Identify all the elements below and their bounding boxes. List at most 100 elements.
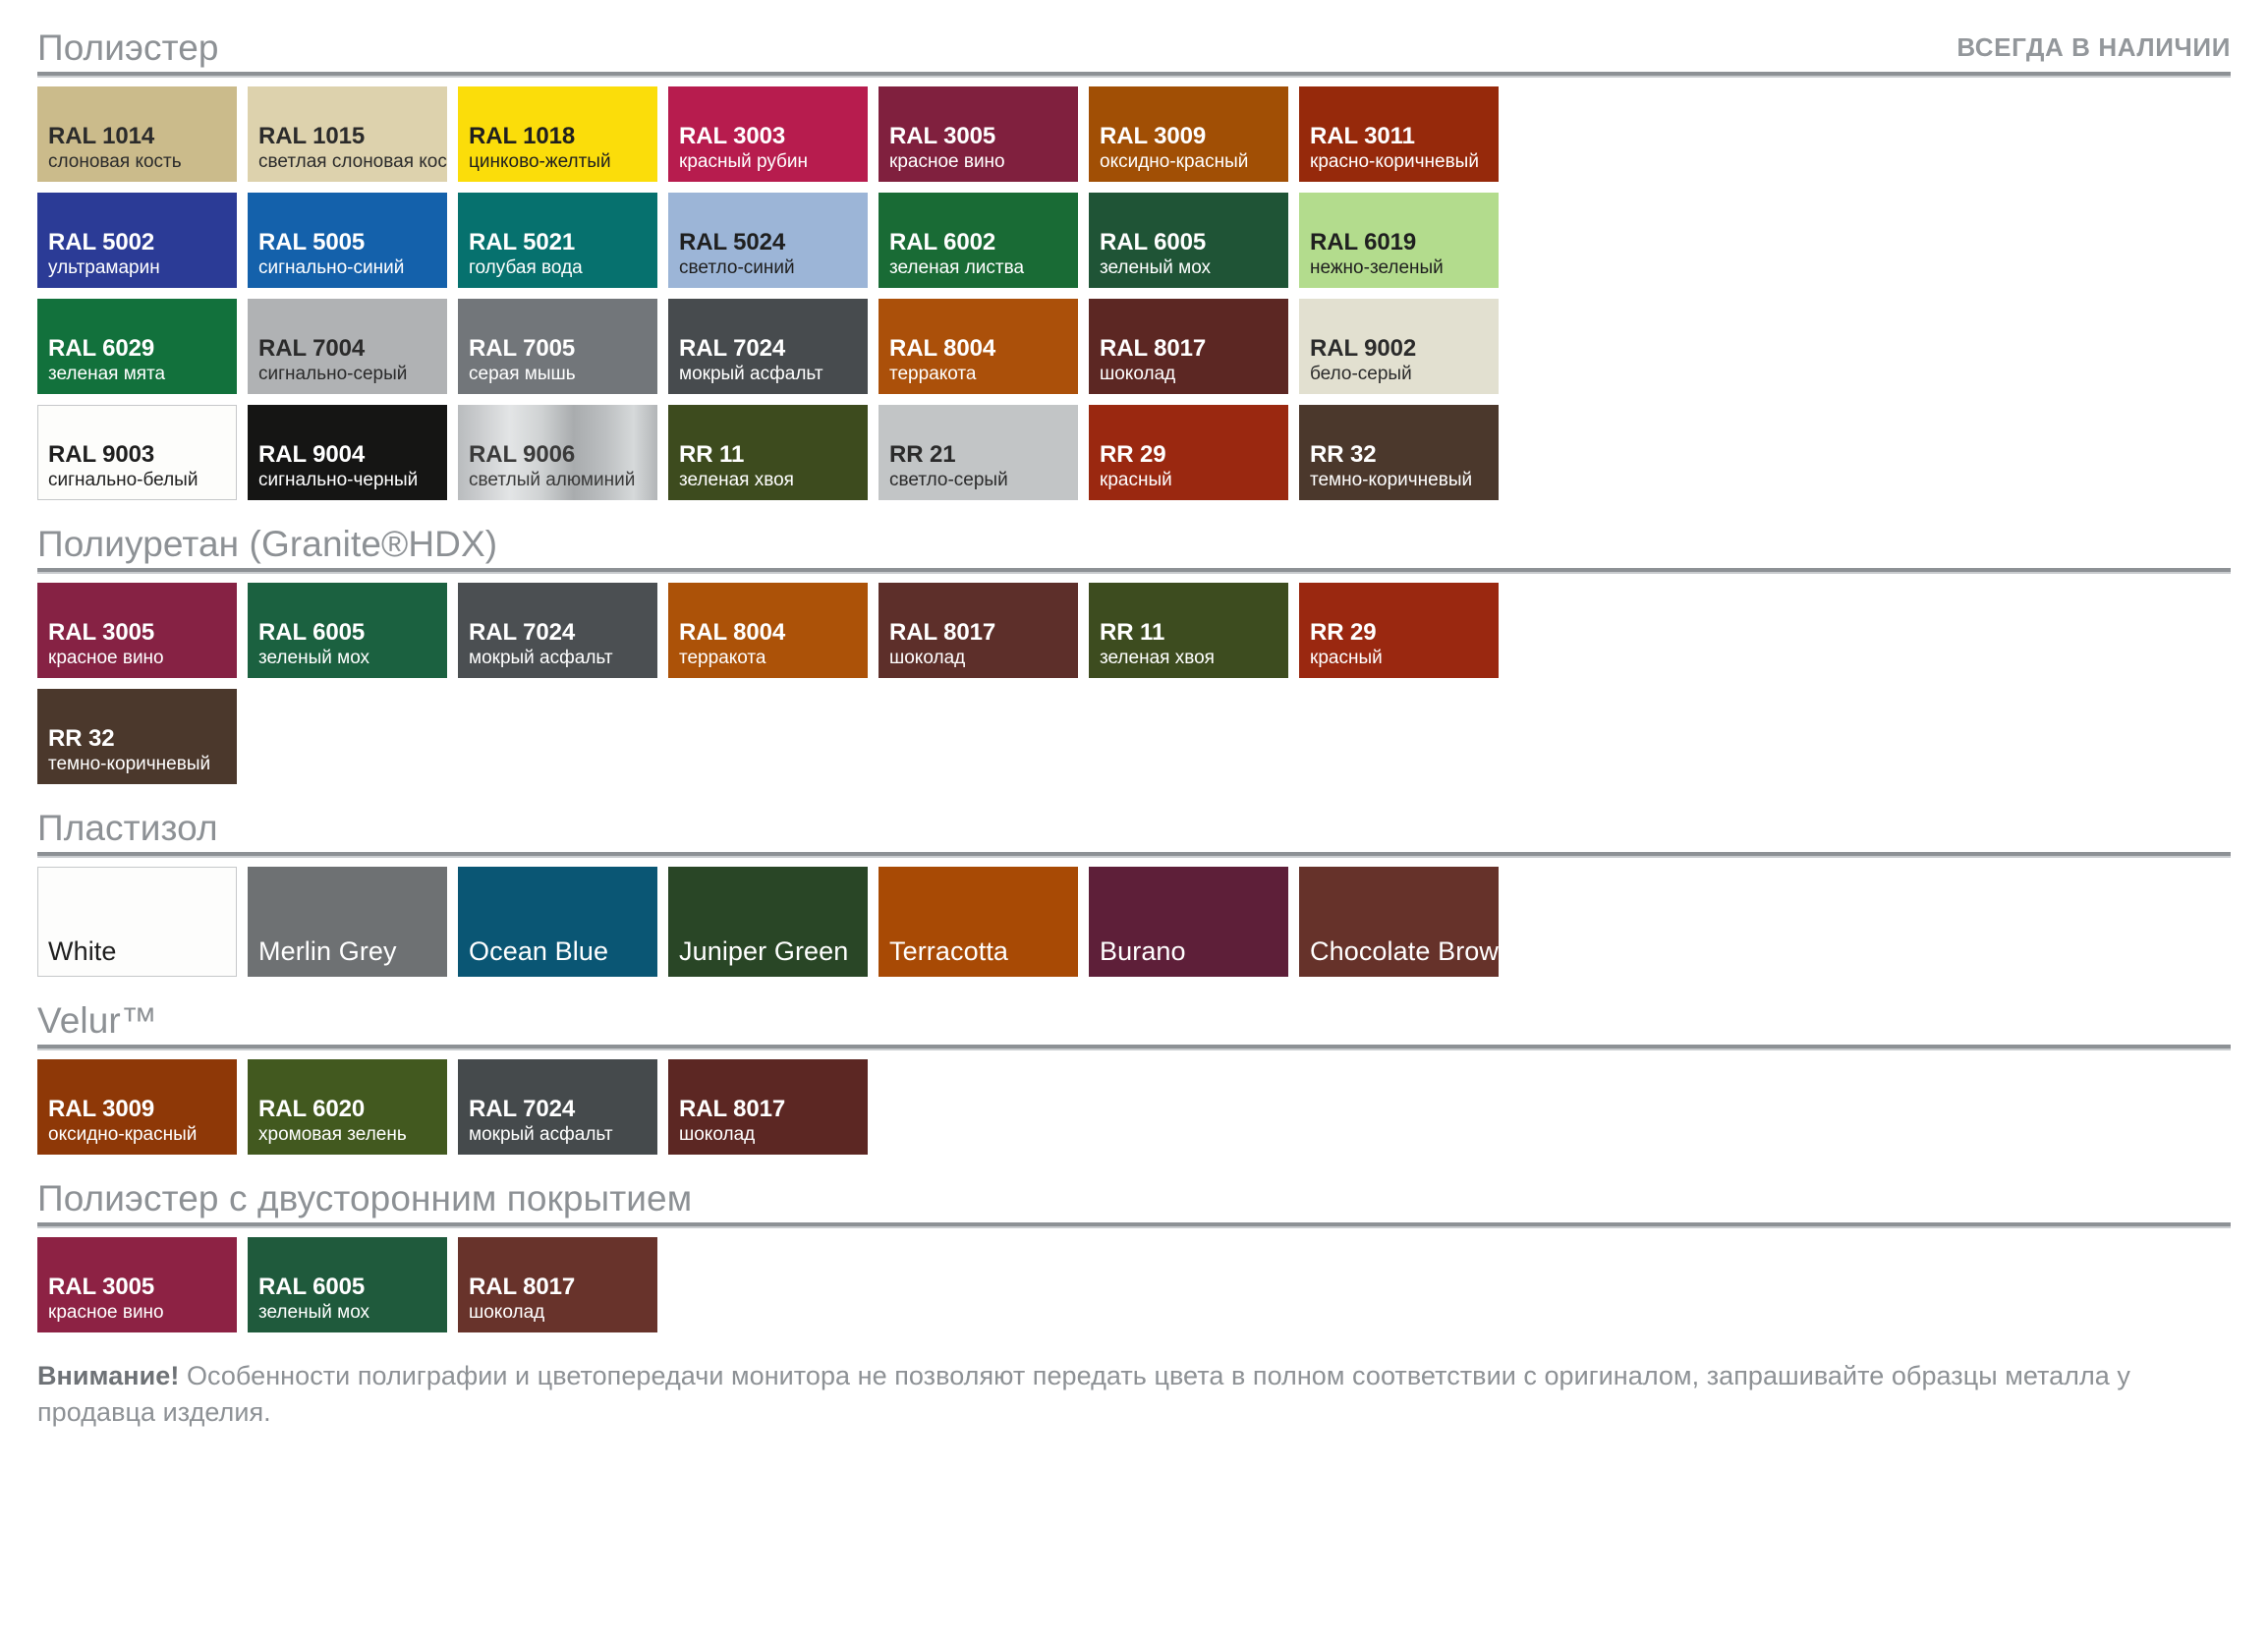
swatch-code: RAL 1015	[258, 122, 366, 149]
color-swatch[interactable]: RAL 7024 мокрый асфальт	[458, 1059, 657, 1155]
color-swatch[interactable]: RR 11 зеленая хвоя	[668, 405, 868, 500]
section-plastisol: Пластизол White Merlin Grey Ocean Blue Junip…	[37, 810, 2231, 977]
color-swatch[interactable]: RAL 5021 голубая вода	[458, 193, 657, 288]
swatch-name: сигнально-черный	[258, 469, 419, 490]
swatch-name: мокрый асфальт	[469, 1123, 613, 1145]
swatch-code: RAL 7024	[679, 334, 786, 362]
swatch-name: красный	[1310, 647, 1383, 668]
color-swatch[interactable]: RAL 8004 терракота	[668, 583, 868, 678]
swatch-grid-velur: RAL 3009 оксидно-красный RAL 6020 хромовая …	[37, 1059, 2231, 1155]
swatch-code: RR 11	[1100, 618, 1165, 646]
swatch-grid-polyester-double: RAL 3005 красное вино RAL 6005 зеленый мох R…	[37, 1237, 2231, 1332]
swatch-code: Chocolate Brown	[1310, 935, 1499, 966]
section-polyester: Полиэстер ВСЕГДА В НАЛИЧИИ RAL 1014 слонова…	[37, 29, 2231, 500]
color-swatch[interactable]: RAL 9002 бело-серый	[1299, 299, 1499, 394]
color-swatch[interactable]: RAL 7004 сигнально-серый	[248, 299, 447, 394]
disclaimer-text: Особенности полиграфии и цветопередачи м…	[37, 1361, 2130, 1428]
color-swatch[interactable]: RR 32 темно-коричневый	[37, 689, 237, 784]
swatch-name: зеленый мох	[258, 1301, 370, 1323]
color-swatch[interactable]: Burano	[1089, 867, 1288, 977]
color-swatch[interactable]: RAL 8017 шоколад	[879, 583, 1078, 678]
color-swatch[interactable]: RAL 3005 красное вино	[37, 583, 237, 678]
color-swatch[interactable]: RAL 8017 шоколад	[458, 1237, 657, 1332]
swatch-code: Terracotta	[889, 935, 1009, 966]
color-swatch[interactable]: RR 29 красный	[1089, 405, 1288, 500]
color-swatch[interactable]: RAL 1014 слоновая кость	[37, 86, 237, 182]
swatch-code: RAL 6019	[1310, 228, 1417, 255]
swatch-code: RAL 3011	[1310, 122, 1415, 149]
color-swatch[interactable]: RAL 5002 ультрамарин	[37, 193, 237, 288]
swatch-code: RAL 9006	[469, 440, 576, 468]
color-swatch[interactable]: RAL 8017 шоколад	[668, 1059, 868, 1155]
color-swatch[interactable]: RAL 6019 нежно-зеленый	[1299, 193, 1499, 288]
swatch-name: нежно-зеленый	[1310, 256, 1444, 278]
swatch-name: оксидно-красный	[48, 1123, 198, 1145]
color-swatch[interactable]: RR 29 красный	[1299, 583, 1499, 678]
color-swatch[interactable]: RAL 3003 красный рубин	[668, 86, 868, 182]
swatch-name: светло-синий	[679, 256, 795, 278]
swatch-name: серая мышь	[469, 363, 576, 384]
section-velur: Velur™ RAL 3009 оксидно-красный RAL 6020 хро…	[37, 1002, 2231, 1155]
swatch-code: RAL 1018	[469, 122, 576, 149]
swatch-code: RAL 3009	[48, 1095, 155, 1122]
color-swatch[interactable]: RAL 6002 зеленая листва	[879, 193, 1078, 288]
color-swatch[interactable]: RAL 6005 зеленый мох	[1089, 193, 1288, 288]
swatch-name: зеленый мох	[1100, 256, 1212, 278]
color-swatch[interactable]: Terracotta	[879, 867, 1078, 977]
color-swatch[interactable]: Chocolate Brown	[1299, 867, 1499, 977]
color-swatch[interactable]: RAL 3009 оксидно-красный	[1089, 86, 1288, 182]
color-swatch[interactable]: RR 32 темно-коричневый	[1299, 405, 1499, 500]
color-swatch[interactable]: RAL 7005 серая мышь	[458, 299, 657, 394]
color-swatch[interactable]: RAL 6005 зеленый мох	[248, 583, 447, 678]
color-swatch[interactable]: RAL 5005 сигнально-синий	[248, 193, 447, 288]
swatch-name: красный	[1100, 469, 1172, 490]
color-swatch[interactable]: RAL 3005 красное вино	[37, 1237, 237, 1332]
color-swatch[interactable]: RAL 8004 терракота	[879, 299, 1078, 394]
section-header-polyester-double: Полиэстер с двусторонним покрытием	[37, 1180, 2231, 1222]
swatch-code: RAL 6020	[258, 1095, 366, 1122]
color-swatch[interactable]: RAL 9003 сигнально-белый	[37, 405, 237, 500]
color-swatch[interactable]: RAL 1018 цинково-желтый	[458, 86, 657, 182]
swatch-grid-polyester: RAL 1014 слоновая кость RAL 1015 светлая сл…	[37, 86, 2231, 500]
swatch-name: бело-серый	[1310, 363, 1412, 384]
color-swatch[interactable]: RR 11 зеленая хвоя	[1089, 583, 1288, 678]
swatch-name: шоколад	[889, 647, 966, 668]
color-swatch[interactable]: RAL 6005 зеленый мох	[248, 1237, 447, 1332]
swatch-name: цинково-желтый	[469, 150, 611, 172]
color-swatch[interactable]: RAL 9006 светлый алюминий	[458, 405, 657, 500]
color-swatch[interactable]: RAL 3009 оксидно-красный	[37, 1059, 237, 1155]
swatch-code: Ocean Blue	[469, 935, 609, 966]
color-palette-sheet: Полиэстер ВСЕГДА В НАЛИЧИИ RAL 1014 слонова…	[0, 0, 2268, 1643]
swatch-code: Merlin Grey	[258, 935, 397, 966]
section-title: Полиуретан (Granite®HDX)	[37, 524, 498, 564]
color-swatch[interactable]: RAL 7024 мокрый асфальт	[668, 299, 868, 394]
section-title: Полиэстер с двусторонним покрытием	[37, 1178, 693, 1218]
color-swatch[interactable]: RAL 3011 красно-коричневый	[1299, 86, 1499, 182]
swatch-name: оксидно-красный	[1100, 150, 1249, 172]
color-swatch[interactable]: Ocean Blue	[458, 867, 657, 977]
color-swatch[interactable]: RAL 8017 шоколад	[1089, 299, 1288, 394]
color-swatch[interactable]: RAL 6029 зеленая мята	[37, 299, 237, 394]
swatch-code: RAL 3009	[1100, 122, 1207, 149]
color-swatch[interactable]: RAL 9004 сигнально-черный	[248, 405, 447, 500]
swatch-name: зеленая хвоя	[679, 469, 794, 490]
swatch-code: RAL 9003	[48, 440, 155, 468]
section-header-plastisol: Пластизол	[37, 810, 2231, 852]
color-swatch[interactable]: White	[37, 867, 237, 977]
color-swatch[interactable]: RAL 1015 светлая слоновая кость	[248, 86, 447, 182]
color-swatch[interactable]: RR 21 светло-серый	[879, 405, 1078, 500]
color-swatch[interactable]: RAL 7024 мокрый асфальт	[458, 583, 657, 678]
color-swatch[interactable]: Juniper Green	[668, 867, 868, 977]
swatch-name: зеленая листва	[889, 256, 1025, 278]
swatch-name: красный рубин	[679, 150, 809, 172]
color-swatch[interactable]: Merlin Grey	[248, 867, 447, 977]
color-swatch[interactable]: RAL 6020 хромовая зелень	[248, 1059, 447, 1155]
swatch-code: RAL 5024	[679, 228, 786, 255]
color-swatch[interactable]: RAL 3005 красное вино	[879, 86, 1078, 182]
swatch-grid-polyurethane: RAL 3005 красное вино RAL 6005 зеленый мох R…	[37, 583, 2231, 784]
swatch-code: RR 11	[679, 440, 745, 468]
color-swatch[interactable]: RAL 5024 светло-синий	[668, 193, 868, 288]
swatch-name: терракота	[679, 647, 766, 668]
